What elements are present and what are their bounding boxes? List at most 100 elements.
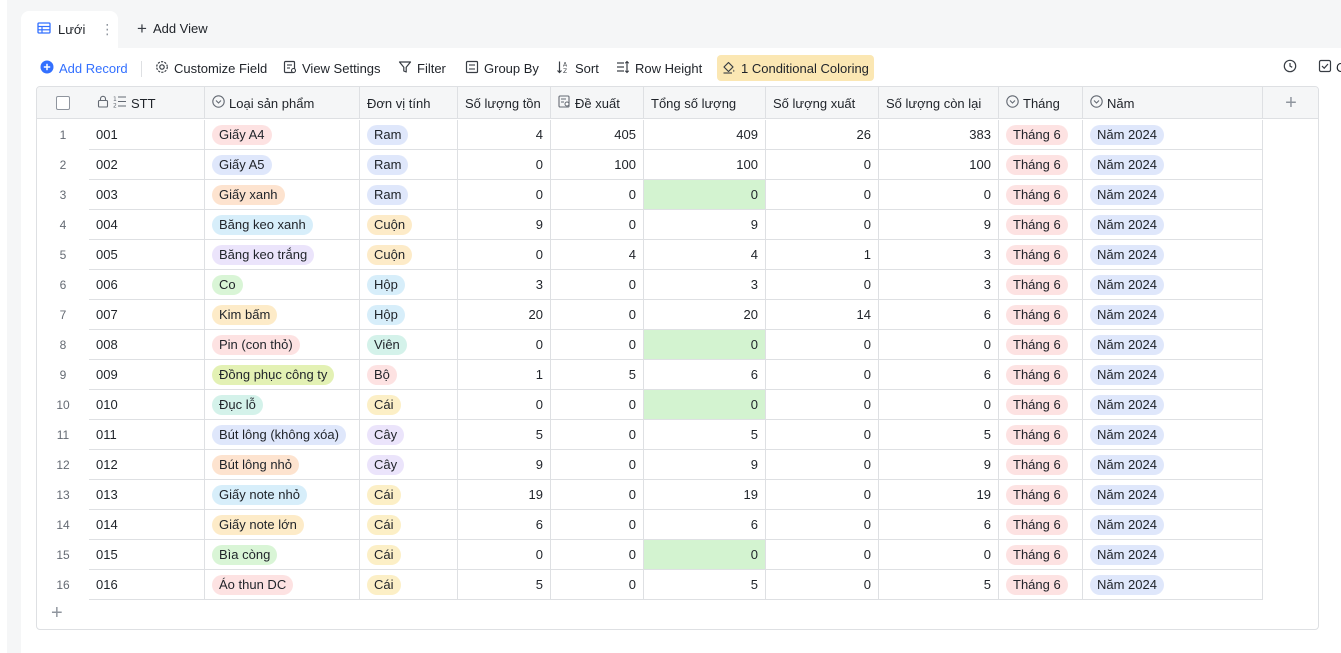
cell-thang[interactable]: Tháng 6: [999, 270, 1083, 300]
cell-tong-so-luong[interactable]: 3: [644, 270, 766, 300]
cell-so-luong-xuat[interactable]: 0: [766, 150, 879, 180]
cell-so-luong-xuat[interactable]: 0: [766, 210, 879, 240]
cell-so-luong-con-lai[interactable]: 6: [879, 360, 999, 390]
column-header-nam[interactable]: Năm: [1083, 87, 1263, 119]
table-row[interactable]: 15 015 Bìa còng Cái 0 0 0 0 0 Tháng 6 Năm 2024: [37, 540, 1318, 570]
cell-de-xuat[interactable]: 0: [551, 180, 644, 210]
cell-so-luong-con-lai[interactable]: 19: [879, 480, 999, 510]
cell-stt[interactable]: 001: [89, 120, 205, 150]
cell-loai-san-pham[interactable]: Giấy note nhỏ: [205, 480, 360, 510]
cell-so-luong-xuat[interactable]: 0: [766, 390, 879, 420]
add-column-button[interactable]: +: [1263, 87, 1318, 119]
cell-loai-san-pham[interactable]: Kim bấm: [205, 300, 360, 330]
table-row[interactable]: 2 002 Giấy A5 Ram 0 100 100 0 100 Tháng 6 Năm 2024: [37, 150, 1318, 180]
filter-button[interactable]: Filter: [398, 55, 446, 81]
cell-de-xuat[interactable]: 0: [551, 480, 644, 510]
cell-so-luong-xuat[interactable]: 0: [766, 480, 879, 510]
cell-so-luong-ton[interactable]: 1: [458, 360, 551, 390]
table-row[interactable]: 8 008 Pin (con thỏ) Viên 0 0 0 0 0 Tháng 6 Năm 202…: [37, 330, 1318, 360]
cell-loai-san-pham[interactable]: Pin (con thỏ): [205, 330, 360, 360]
customize-field-button[interactable]: Customize Field: [155, 55, 267, 81]
cell-de-xuat[interactable]: 0: [551, 270, 644, 300]
cell-so-luong-con-lai[interactable]: 0: [879, 180, 999, 210]
cell-stt[interactable]: 009: [89, 360, 205, 390]
cell-stt[interactable]: 007: [89, 300, 205, 330]
cell-nam[interactable]: Năm 2024: [1083, 180, 1263, 210]
cell-so-luong-xuat[interactable]: 14: [766, 300, 879, 330]
cell-so-luong-con-lai[interactable]: 6: [879, 510, 999, 540]
cell-tong-so-luong[interactable]: 5: [644, 570, 766, 600]
cell-so-luong-ton[interactable]: 0: [458, 540, 551, 570]
cell-stt[interactable]: 010: [89, 390, 205, 420]
cell-loai-san-pham[interactable]: Giấy note lớn: [205, 510, 360, 540]
cell-thang[interactable]: Tháng 6: [999, 210, 1083, 240]
add-view-button[interactable]: + Add View: [137, 20, 208, 37]
cell-nam[interactable]: Năm 2024: [1083, 240, 1263, 270]
cell-nam[interactable]: Năm 2024: [1083, 420, 1263, 450]
cell-so-luong-con-lai[interactable]: 6: [879, 300, 999, 330]
cell-nam[interactable]: Năm 2024: [1083, 150, 1263, 180]
cell-so-luong-xuat[interactable]: 26: [766, 120, 879, 150]
cell-tong-so-luong[interactable]: 9: [644, 450, 766, 480]
cell-so-luong-con-lai[interactable]: 3: [879, 270, 999, 300]
cell-don-vi-tinh[interactable]: Cây: [360, 420, 458, 450]
view-tab-grid[interactable]: Lưới ⋮: [21, 11, 118, 48]
table-row[interactable]: 3 003 Giấy xanh Ram 0 0 0 0 0 Tháng 6 Năm 2024: [37, 180, 1318, 210]
cell-thang[interactable]: Tháng 6: [999, 240, 1083, 270]
cell-stt[interactable]: 004: [89, 210, 205, 240]
cell-so-luong-xuat[interactable]: 0: [766, 450, 879, 480]
table-row[interactable]: 13 013 Giấy note nhỏ Cái 19 0 19 0 19 Tháng 6 Năm …: [37, 480, 1318, 510]
cell-so-luong-ton[interactable]: 5: [458, 420, 551, 450]
cell-so-luong-ton[interactable]: 6: [458, 510, 551, 540]
table-row[interactable]: 12 012 Bút lông nhỏ Cây 9 0 9 0 9 Tháng 6 Năm 2024: [37, 450, 1318, 480]
cell-loai-san-pham[interactable]: Co: [205, 270, 360, 300]
cell-so-luong-ton[interactable]: 5: [458, 570, 551, 600]
cell-so-luong-con-lai[interactable]: 9: [879, 210, 999, 240]
cell-thang[interactable]: Tháng 6: [999, 540, 1083, 570]
cell-de-xuat[interactable]: 0: [551, 510, 644, 540]
cell-so-luong-ton[interactable]: 0: [458, 180, 551, 210]
cell-so-luong-ton[interactable]: 0: [458, 390, 551, 420]
cell-thang[interactable]: Tháng 6: [999, 480, 1083, 510]
cell-stt[interactable]: 015: [89, 540, 205, 570]
cell-tong-so-luong[interactable]: 100: [644, 150, 766, 180]
cell-thang[interactable]: Tháng 6: [999, 510, 1083, 540]
cell-don-vi-tinh[interactable]: Cái: [360, 540, 458, 570]
cell-don-vi-tinh[interactable]: Viên: [360, 330, 458, 360]
cell-don-vi-tinh[interactable]: Hộp: [360, 270, 458, 300]
cell-nam[interactable]: Năm 2024: [1083, 120, 1263, 150]
cell-de-xuat[interactable]: 0: [551, 570, 644, 600]
table-row[interactable]: 11 011 Bút lông (không xóa) Cây 5 0 5 0 5 Tháng 6…: [37, 420, 1318, 450]
table-row[interactable]: 1 001 Giấy A4 Ram 4 405 409 26 383 Tháng 6 Năm 202…: [37, 120, 1318, 150]
cell-so-luong-ton[interactable]: 0: [458, 150, 551, 180]
cell-tong-so-luong[interactable]: 0: [644, 540, 766, 570]
view-settings-button[interactable]: View Settings: [283, 55, 381, 81]
cell-don-vi-tinh[interactable]: Cuộn: [360, 240, 458, 270]
cell-de-xuat[interactable]: 0: [551, 390, 644, 420]
table-row[interactable]: 10 010 Đục lỗ Cái 0 0 0 0 0 Tháng 6 Năm 2024: [37, 390, 1318, 420]
cell-loai-san-pham[interactable]: Bút lông (không xóa): [205, 420, 360, 450]
cell-tong-so-luong[interactable]: 6: [644, 360, 766, 390]
table-row[interactable]: 16 016 Áo thun DC Cái 5 0 5 0 5 Tháng 6 Năm 2024: [37, 570, 1318, 600]
more-toolbar-button[interactable]: C: [1318, 59, 1341, 76]
cell-nam[interactable]: Năm 2024: [1083, 480, 1263, 510]
cell-loai-san-pham[interactable]: Băng keo trắng: [205, 240, 360, 270]
cell-don-vi-tinh[interactable]: Hộp: [360, 300, 458, 330]
cell-nam[interactable]: Năm 2024: [1083, 450, 1263, 480]
cell-so-luong-xuat[interactable]: 1: [766, 240, 879, 270]
cell-tong-so-luong[interactable]: 9: [644, 210, 766, 240]
conditional-coloring-button[interactable]: 1 Conditional Coloring: [717, 55, 874, 81]
cell-so-luong-xuat[interactable]: 0: [766, 330, 879, 360]
column-header-tong-so-luong[interactable]: Tổng số lượng: [644, 87, 766, 119]
column-header-so-luong-con-lai[interactable]: Số lượng còn lại: [879, 87, 999, 119]
cell-don-vi-tinh[interactable]: Cuộn: [360, 210, 458, 240]
cell-stt[interactable]: 002: [89, 150, 205, 180]
cell-so-luong-con-lai[interactable]: 0: [879, 390, 999, 420]
cell-so-luong-xuat[interactable]: 0: [766, 180, 879, 210]
select-all-checkbox[interactable]: [37, 87, 89, 119]
cell-loai-san-pham[interactable]: Đục lỗ: [205, 390, 360, 420]
cell-de-xuat[interactable]: 4: [551, 240, 644, 270]
cell-tong-so-luong[interactable]: 0: [644, 330, 766, 360]
cell-so-luong-con-lai[interactable]: 0: [879, 540, 999, 570]
cell-stt[interactable]: 005: [89, 240, 205, 270]
